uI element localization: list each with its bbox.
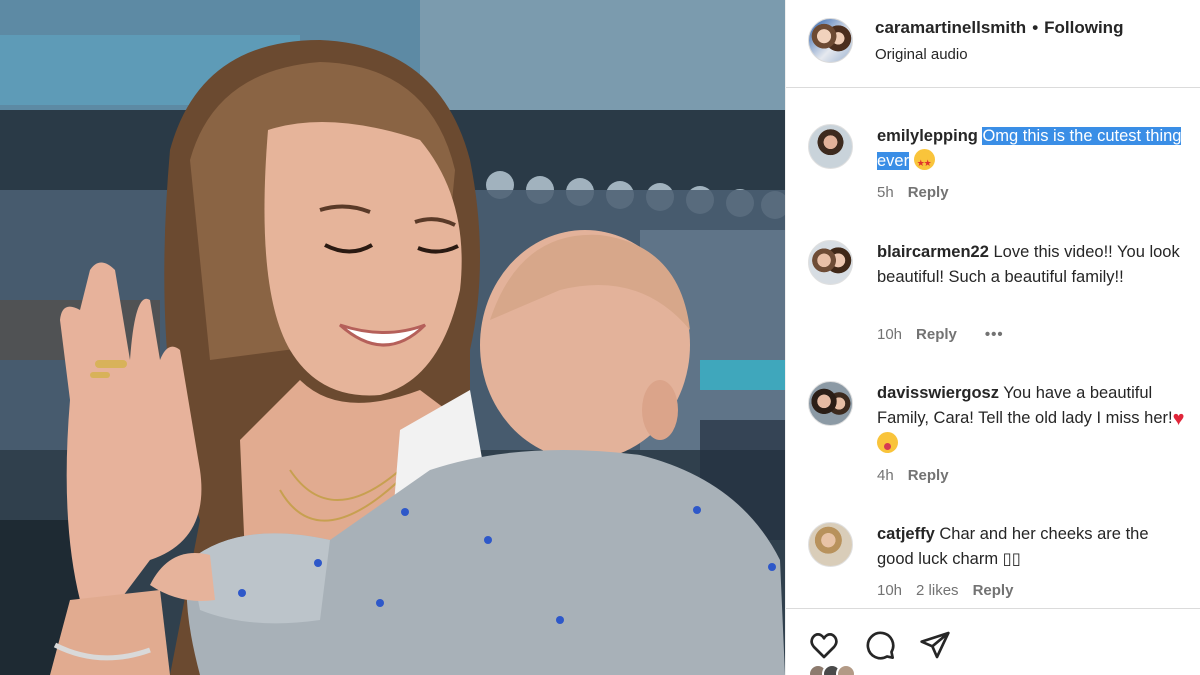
paper-plane-icon[interactable] [919,629,951,661]
following-button[interactable]: Following [1044,18,1123,37]
commenter-avatar[interactable] [808,124,853,169]
post-author-username[interactable]: caramartinellsmith [875,18,1026,37]
comment-meta: 4h Reply [877,467,963,484]
comment-text: emilylepping Omg this is the cutest thin… [877,124,1189,176]
reply-button[interactable]: Reply [908,467,949,484]
comment-bubble-icon[interactable] [864,629,896,661]
commenter-username[interactable]: davisswiergosz [877,384,999,402]
commenter-avatar[interactable] [808,522,853,567]
comment-meta: 10h 2 likes Reply [877,582,1027,599]
commenter-username[interactable]: blaircarmen22 [877,243,989,261]
comment-time: 4h [877,467,894,484]
reply-button[interactable]: Reply [973,582,1014,599]
comment-time: 10h [877,326,903,343]
comment-text: blaircarmen22 Love this video!! You look… [877,240,1189,290]
commenter-avatar[interactable] [808,240,853,285]
post-photo [0,0,785,675]
comment-text: catjeffy Char and her cheeks are the goo… [877,522,1189,572]
reply-button[interactable]: Reply [916,326,957,343]
commenter-username[interactable]: catjeffy [877,525,935,543]
comment-meta: 5h Reply [877,184,963,201]
post-media[interactable] [0,0,785,675]
liked-by-avatars[interactable] [808,664,868,675]
comments-list[interactable]: emilylepping Omg this is the cutest thin… [786,88,1200,608]
commenter-avatar[interactable] [808,381,853,426]
reply-button[interactable]: Reply [908,184,949,201]
more-options-icon[interactable]: ••• [985,326,1004,343]
post-header: caramartinellsmith • Following Original au… [786,0,1200,88]
comment-likes-count[interactable]: 2 likes [916,582,959,599]
commenter-username[interactable]: emilylepping [877,127,978,145]
comment-text: davisswiergosz You have a beautiful Fami… [877,381,1189,457]
original-audio-link[interactable]: Original audio [875,46,968,63]
star-struck-emoji-icon [913,149,935,176]
tongue-out-emoji-icon [877,432,898,453]
post-side-panel: caramartinellsmith • Following Original au… [785,0,1200,675]
red-heart-emoji-icon: ♥ [1172,408,1185,430]
separator-dot: • [1032,18,1039,37]
post-author-line: caramartinellsmith • Following [875,18,1123,38]
comment-meta: 10h Reply ••• [877,326,1018,343]
profile-photo-icon[interactable] [808,18,853,63]
heart-icon[interactable] [808,629,840,661]
comment-time: 5h [877,184,894,201]
comment-time: 10h [877,582,903,599]
